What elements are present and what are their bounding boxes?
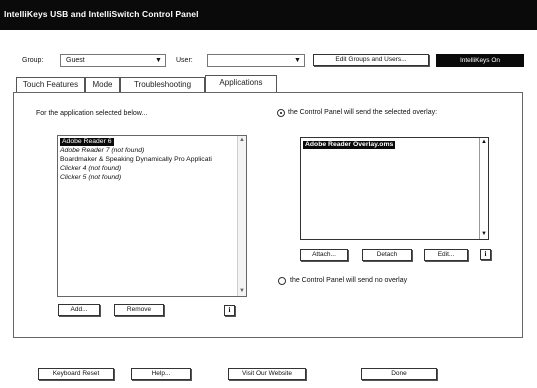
- overlay-list[interactable]: Adobe Reader Overlay.oms ▲ ▼: [300, 137, 489, 240]
- remove-application-button[interactable]: Remove: [114, 304, 164, 316]
- window-title: IntelliKeys USB and IntelliSwitch Contro…: [4, 9, 199, 19]
- group-label: Group:: [22, 57, 44, 64]
- scroll-down-icon[interactable]: ▼: [238, 287, 246, 296]
- application-list-scrollbar[interactable]: ▲ ▼: [237, 136, 246, 296]
- add-application-button[interactable]: Add...: [58, 304, 100, 316]
- list-item[interactable]: Clicker 5 (not found): [60, 174, 121, 182]
- intellikeys-status-button[interactable]: IntelliKeys On: [436, 54, 524, 67]
- tab-touch-features[interactable]: Touch Features: [16, 77, 85, 92]
- list-item[interactable]: Clicker 4 (not found): [60, 165, 121, 173]
- info-icon[interactable]: i: [480, 249, 491, 260]
- scroll-down-icon[interactable]: ▼: [480, 230, 488, 239]
- send-no-overlay-label: the Control Panel will send no overlay: [290, 277, 408, 284]
- attach-button[interactable]: Attach...: [300, 249, 348, 261]
- chevron-down-icon[interactable]: ▼: [292, 56, 303, 65]
- info-icon[interactable]: i: [224, 305, 235, 316]
- user-select[interactable]: ▼: [207, 54, 305, 67]
- list-item[interactable]: Adobe Reader Overlay.oms: [303, 141, 396, 149]
- tab-applications[interactable]: Applications: [205, 75, 277, 92]
- application-list[interactable]: Adobe Reader 6 Adobe Reader 7 (not found…: [57, 135, 247, 297]
- scroll-up-icon[interactable]: ▲: [238, 136, 246, 145]
- send-no-overlay-radio[interactable]: [278, 277, 286, 285]
- send-selected-overlay-radio[interactable]: [277, 109, 285, 117]
- tab-troubleshooting[interactable]: Troubleshooting: [120, 77, 205, 92]
- user-label: User:: [176, 57, 193, 64]
- help-button[interactable]: Help...: [131, 368, 191, 380]
- list-item[interactable]: Adobe Reader 7 (not found): [60, 147, 144, 155]
- detach-button[interactable]: Detach: [362, 249, 412, 261]
- send-selected-overlay-label: the Control Panel will send the selected…: [288, 109, 438, 116]
- tab-mode[interactable]: Mode: [85, 77, 120, 92]
- chevron-down-icon[interactable]: ▼: [153, 56, 164, 65]
- visit-website-button[interactable]: Visit Our Website: [228, 368, 306, 380]
- group-select-value: Guest: [66, 57, 85, 64]
- overlay-list-scrollbar[interactable]: ▲ ▼: [479, 138, 488, 239]
- applications-panel: For the application selected below... Ad…: [13, 92, 523, 338]
- keyboard-reset-button[interactable]: Keyboard Reset: [38, 368, 114, 380]
- edit-overlay-button[interactable]: Edit...: [424, 249, 468, 261]
- edit-groups-button[interactable]: Edit Groups and Users...: [313, 54, 429, 66]
- list-item[interactable]: Boardmaker & Speaking Dynamically Pro Ap…: [60, 156, 212, 164]
- list-item[interactable]: Adobe Reader 6: [60, 138, 114, 146]
- title-bar: IntelliKeys USB and IntelliSwitch Contro…: [0, 0, 537, 30]
- application-prompt: For the application selected below...: [36, 110, 148, 117]
- done-button[interactable]: Done: [361, 368, 437, 380]
- group-select[interactable]: Guest ▼: [60, 54, 166, 67]
- scroll-up-icon[interactable]: ▲: [480, 138, 488, 147]
